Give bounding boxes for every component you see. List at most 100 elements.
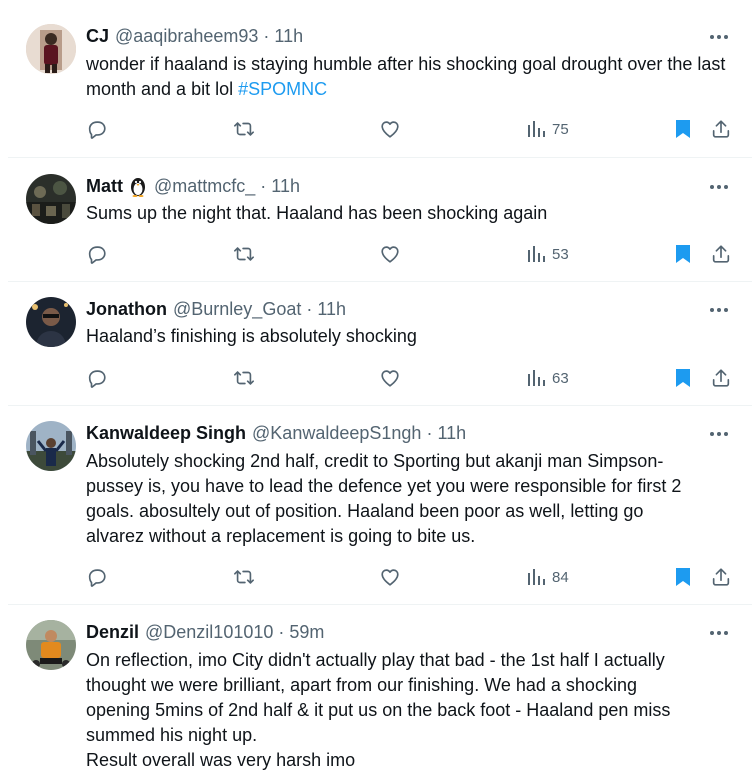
like-button[interactable] [379,241,401,267]
retweet-icon [234,122,254,136]
more-options-button[interactable] [706,177,732,197]
view-count: 53 [552,245,569,263]
bookmark-filled-icon [676,568,690,586]
action-bar: 63 [86,365,746,391]
views-button[interactable]: 84 [526,564,569,590]
tweet-body: Haaland’s finishing is absolutely shocki… [86,326,417,346]
display-name[interactable]: CJ [86,24,109,48]
bookmark-filled-icon [676,245,690,263]
reply-button[interactable] [86,365,108,391]
display-name[interactable]: Kanwaldeep Singh [86,421,246,445]
display-name[interactable]: Denzil [86,620,139,644]
display-name[interactable]: Matt [86,174,123,198]
timestamp[interactable]: 11h [271,174,300,198]
username-handle[interactable]: @mattmcfc_ [154,174,255,198]
display-name[interactable]: Jonathon [86,297,167,321]
tweet-body: wonder if haaland is staying humble afte… [86,54,726,99]
share-button[interactable] [710,241,732,267]
reply-icon [88,121,106,139]
reply-icon [88,370,106,388]
reply-button[interactable] [86,241,108,267]
heart-icon [381,246,399,263]
separator-dot: · [306,299,313,319]
retweet-button[interactable] [232,241,256,267]
avatar-photo-icon [26,174,76,224]
more-icon [710,308,728,312]
like-button[interactable] [379,116,401,142]
more-options-button[interactable] [706,300,732,320]
reply-icon [88,246,106,264]
heart-icon [381,569,399,586]
tweet-text: wonder if haaland is staying humble afte… [86,52,726,102]
share-icon [712,245,730,263]
tweet-body: Absolutely shocking 2nd half, credit to … [86,451,682,546]
tweet-text: On reflection, imo City didn't actually … [86,648,726,773]
more-options-button[interactable] [706,27,732,47]
reply-button[interactable] [86,116,108,142]
timestamp[interactable]: 11h [317,297,346,321]
analytics-icon [528,246,545,262]
tweet[interactable]: Kanwaldeep Singh @KanwaldeepS1ngh · 11h … [8,406,752,605]
bookmark-button[interactable] [673,116,693,142]
reply-button[interactable] [86,564,108,590]
username-handle[interactable]: @Burnley_Goat [173,297,301,321]
views-button[interactable]: 75 [526,116,569,142]
action-bar: 75 [86,116,746,142]
like-button[interactable] [379,365,401,391]
analytics-icon [528,370,545,386]
tweet-text: Haaland’s finishing is absolutely shocki… [86,324,726,349]
timestamp[interactable]: 59m [289,620,324,644]
bookmark-button[interactable] [673,241,693,267]
avatar[interactable] [26,174,76,224]
avatar-photo-icon [26,297,76,347]
tweet-header: Jonathon @Burnley_Goat · 11h [86,297,346,321]
tweet-body: On reflection, imo City didn't actually … [86,650,671,770]
avatar[interactable] [26,620,76,670]
tweet[interactable]: Jonathon @Burnley_Goat · 11h Haaland’s f… [8,282,752,406]
bookmark-button[interactable] [673,564,693,590]
avatar-photo-icon [26,620,76,670]
retweet-button[interactable] [232,564,256,590]
avatar[interactable] [26,421,76,471]
more-icon [710,185,728,189]
username-handle[interactable]: @aaqibraheem93 [115,24,258,48]
tweet-text: Absolutely shocking 2nd half, credit to … [86,449,726,549]
avatar[interactable] [26,297,76,347]
heart-icon [381,370,399,387]
more-options-button[interactable] [706,623,732,643]
retweet-icon [234,247,254,261]
share-icon [712,369,730,387]
avatar-photo-icon [26,421,76,471]
bookmark-filled-icon [676,120,690,138]
reply-icon [88,569,106,587]
hashtag-link[interactable]: #SPOMNC [238,79,327,99]
view-count: 84 [552,568,569,586]
analytics-icon [528,121,545,137]
like-button[interactable] [379,564,401,590]
tweet-header: Denzil @Denzil101010 · 59m [86,620,324,644]
timestamp[interactable]: 11h [437,421,466,445]
penguin-icon [128,175,148,197]
more-options-button[interactable] [706,424,732,444]
share-button[interactable] [710,365,732,391]
username-handle[interactable]: @KanwaldeepS1ngh [252,421,421,445]
avatar[interactable] [26,24,76,74]
retweet-button[interactable] [232,365,256,391]
tweet-header: Kanwaldeep Singh @KanwaldeepS1ngh · 11h [86,421,466,445]
tweet[interactable]: Matt @mattmcfc_ · 11h Sums up the night … [8,158,752,282]
retweet-button[interactable] [232,116,256,142]
bookmark-button[interactable] [673,365,693,391]
timestamp[interactable]: 11h [274,24,303,48]
share-button[interactable] [710,116,732,142]
tweet-header: CJ @aaqibraheem93 · 11h [86,24,303,48]
tweet[interactable]: CJ @aaqibraheem93 · 11h wonder if haalan… [8,0,752,158]
analytics-icon [528,569,545,585]
views-button[interactable]: 63 [526,365,569,391]
views-button[interactable]: 53 [526,241,569,267]
avatar-photo-icon [26,24,76,74]
tweet[interactable]: Denzil @Denzil101010 · 59m On reflection… [8,605,752,780]
action-bar: 53 [86,241,746,267]
share-button[interactable] [710,564,732,590]
tweet-header: Matt @mattmcfc_ · 11h [86,174,300,198]
username-handle[interactable]: @Denzil101010 [145,620,273,644]
